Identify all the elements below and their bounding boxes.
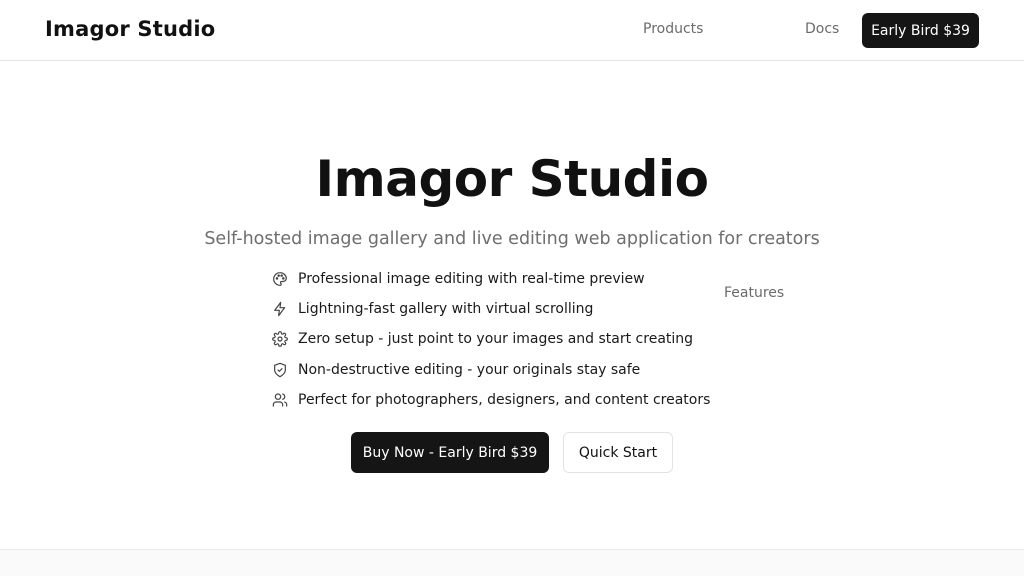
nav-link-products[interactable]: Products [643,21,703,37]
lightning-icon [272,301,288,317]
hero-title: Imagor Studio [315,150,709,208]
feature-text: Non-destructive editing - your originals… [298,361,641,378]
buy-now-button[interactable]: Buy Now - Early Bird $39 [351,432,549,473]
quick-start-button[interactable]: Quick Start [563,432,673,473]
nav-link-docs[interactable]: Docs [805,21,839,37]
early-bird-nav-button[interactable]: Early Bird $39 [862,13,979,48]
feature-text: Zero setup - just point to your images a… [298,331,694,348]
feature-list: Professional image editing with real-tim… [272,264,772,415]
palette-icon [272,271,288,287]
top-navbar: Imagor Studio Products Features Docs Ear… [0,0,1024,301]
users-icon [272,392,288,408]
gear-icon [272,331,288,348]
feature-text: Lightning-fast gallery with virtual scro… [298,301,594,318]
feature-item: Zero setup - just point to your images a… [272,324,772,354]
feature-text: Perfect for photographers, designers, an… [298,391,711,408]
next-section [0,549,1024,576]
shield-check-icon [272,362,288,378]
feature-text: Professional image editing with real-tim… [298,271,645,288]
feature-item: Lightning-fast gallery with virtual scro… [272,294,772,324]
feature-item: Perfect for photographers, designers, an… [272,385,772,415]
feature-item: Professional image editing with real-tim… [272,264,772,294]
hero-subtitle: Self-hosted image gallery and live editi… [204,229,820,249]
feature-item: Non-destructive editing - your originals… [272,355,772,385]
